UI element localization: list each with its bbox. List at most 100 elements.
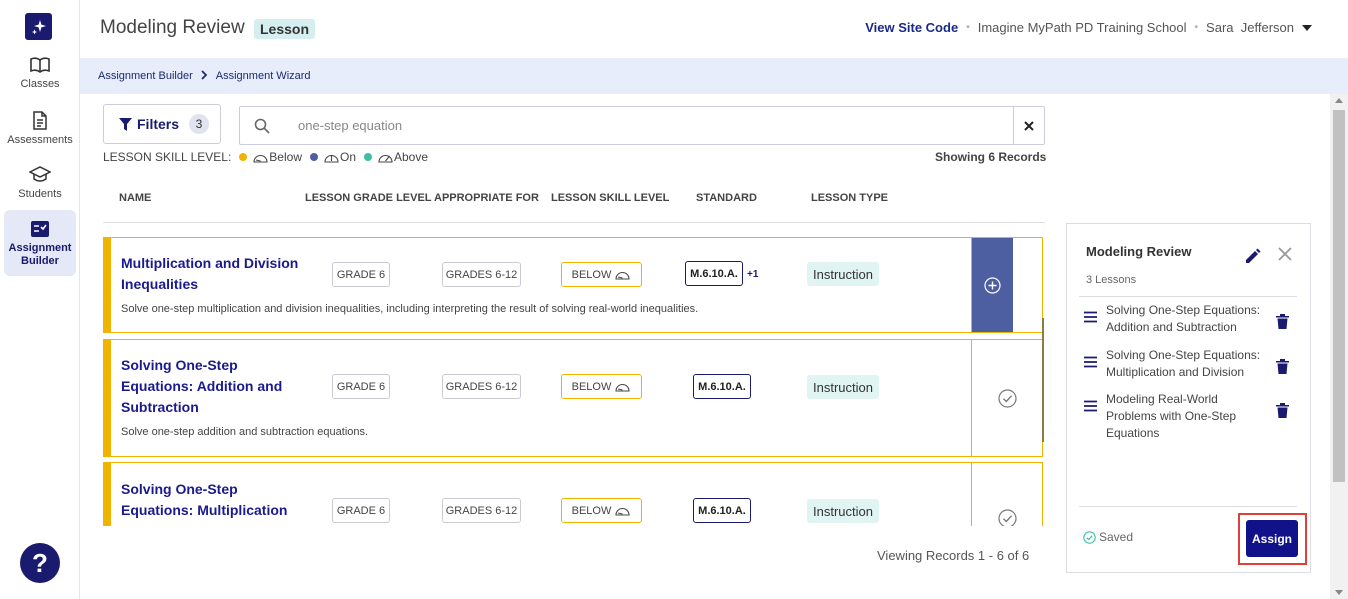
lesson-description: Solve one-step addition and subtraction …	[121, 426, 369, 438]
added-lesson-indicator[interactable]	[971, 340, 1042, 456]
lesson-name-line: Equations: Addition and	[121, 378, 283, 394]
breadcrumb-item-current: Assignment Wizard	[215, 70, 311, 82]
grade-pill: GRADE 6	[332, 498, 390, 523]
close-icon	[1278, 247, 1292, 261]
app-root: Classes Assessments Students Assignment …	[0, 0, 1348, 599]
clear-search-button[interactable]	[1013, 107, 1044, 144]
lesson-name-line: Solving One-Step	[121, 481, 238, 497]
nav-item-classes[interactable]: Classes	[4, 56, 76, 91]
assign-button[interactable]: Assign	[1246, 520, 1298, 557]
column-header-name[interactable]: NAME	[119, 192, 151, 204]
standard-tag[interactable]: M.6.10.A.	[693, 374, 751, 399]
lesson-list: Multiplication and Division Inequalities…	[103, 232, 1044, 526]
trash-icon[interactable]	[1276, 314, 1289, 329]
column-header-skill-level[interactable]: LESSON SKILL LEVEL	[551, 192, 669, 204]
panel-lesson-label: Solving One-Step Equations: Addition and…	[1106, 303, 1261, 334]
gauge-high-icon	[378, 154, 393, 163]
column-header-appropriate-for[interactable]: APPROPRIATE FOR	[434, 192, 539, 204]
view-site-code-link[interactable]: View Site Code	[865, 20, 958, 35]
search-box[interactable]: one-step equation	[239, 106, 1045, 145]
drag-handle-icon[interactable]	[1084, 356, 1097, 368]
nav-item-assessments[interactable]: Assessments	[4, 111, 76, 147]
below-dot	[239, 153, 248, 161]
added-lesson-indicator[interactable]	[971, 463, 1042, 526]
gauge-low-icon	[615, 507, 630, 516]
lesson-card[interactable]: Solving One-Step Equations: Addition and…	[103, 339, 1043, 457]
skill-level-text: BELOW	[571, 380, 612, 393]
standard-tag[interactable]: M.6.10.A.	[685, 261, 743, 286]
trash-icon[interactable]	[1276, 403, 1289, 418]
lesson-card[interactable]: Solving One-Step Equations: Multiplicati…	[103, 462, 1043, 526]
scroll-down-arrow[interactable]	[1335, 590, 1343, 595]
drag-handle-icon[interactable]	[1084, 311, 1097, 323]
nav-item-assignment-builder[interactable]: Assignment Builder	[4, 210, 76, 276]
lesson-name[interactable]: Solving One-Step Equations: Addition and…	[121, 355, 282, 418]
lesson-card[interactable]: Multiplication and Division Inequalities…	[103, 237, 1043, 333]
panel-title: Modeling Review	[1086, 244, 1192, 259]
nav-item-label: Assignment Builder	[8, 242, 72, 267]
page-title: Modeling Review	[100, 17, 245, 38]
close-panel-button[interactable]	[1278, 247, 1292, 266]
top-header: Modeling Review Lesson View Site Code • …	[80, 0, 1348, 58]
panel-lesson-item[interactable]: Modeling Real-World Problems with One-St…	[1084, 391, 1296, 440]
close-icon	[1024, 120, 1034, 131]
legend-on-label: On	[339, 150, 356, 164]
column-header-grade-level[interactable]: LESSON GRADE LEVEL	[305, 192, 432, 204]
user-last-name: Jefferson	[1240, 20, 1294, 35]
column-header-standard[interactable]: STANDARD	[696, 192, 757, 204]
panel-lesson-item[interactable]: Solving One-Step Equations: Multiplicati…	[1084, 347, 1296, 387]
side-nav: Classes Assessments Students Assignment …	[0, 0, 80, 599]
skill-level-text: BELOW	[571, 504, 612, 517]
separator-dot: •	[1194, 22, 1199, 33]
legend-on: On	[309, 150, 356, 164]
more-standards-count[interactable]: +1	[747, 269, 758, 280]
funnel-icon	[119, 117, 132, 131]
legend-above: Above	[364, 150, 428, 164]
viewing-records: Viewing Records 1 - 6 of 6	[877, 548, 1030, 563]
book-open-icon	[30, 57, 50, 73]
user-menu[interactable]: Sara Jefferson	[1206, 20, 1294, 35]
school-name: Imagine MyPath PD Training School	[977, 20, 1187, 35]
skill-level-pill: BELOW	[561, 374, 642, 399]
chevron-right-icon	[201, 69, 208, 83]
user-first-name: Sara	[1206, 20, 1234, 35]
check-circle-icon	[1083, 530, 1096, 544]
help-button[interactable]: ?	[20, 543, 60, 583]
legend-below: Below	[239, 150, 302, 164]
sparkle-icon	[31, 19, 46, 34]
breadcrumb-item[interactable]: Assignment Builder	[98, 70, 193, 82]
lesson-name-line: Multiplication and Division	[121, 255, 299, 271]
app-logo[interactable]	[25, 13, 52, 40]
skill-level-pill: BELOW	[561, 498, 642, 523]
drag-handle-icon[interactable]	[1084, 400, 1097, 412]
scroll-up-arrow[interactable]	[1335, 98, 1343, 103]
document-icon	[33, 111, 47, 130]
gauge-low-icon	[615, 383, 630, 392]
type-badge: Lesson	[254, 19, 316, 39]
saved-label: Saved	[1099, 530, 1134, 544]
nav-item-label: Assessments	[7, 134, 73, 146]
lesson-name[interactable]: Solving One-Step Equations: Multiplicati…	[121, 479, 287, 521]
header-divider	[103, 222, 1045, 223]
scroll-thumb[interactable]	[1333, 110, 1345, 482]
appropriate-pill: GRADES 6-12	[442, 374, 521, 399]
on-dot	[309, 153, 318, 161]
list-scroll-indicator[interactable]	[1042, 318, 1044, 442]
lesson-name[interactable]: Multiplication and Division Inequalities	[121, 253, 298, 295]
filters-button[interactable]: Filters 3	[103, 104, 221, 144]
chevron-down-icon[interactable]	[1302, 24, 1312, 31]
search-input[interactable]: one-step equation	[298, 118, 402, 133]
legend-title: LESSON SKILL LEVEL:	[103, 150, 232, 164]
column-header-lesson-type[interactable]: LESSON TYPE	[811, 192, 888, 204]
nav-item-students[interactable]: Students	[4, 166, 76, 201]
edit-button[interactable]	[1245, 248, 1261, 269]
trash-icon[interactable]	[1276, 359, 1289, 374]
gauge-low-icon	[615, 271, 630, 280]
add-lesson-button[interactable]	[971, 238, 1013, 332]
page-scrollbar[interactable]	[1330, 94, 1348, 599]
search-icon	[254, 118, 270, 134]
panel-lesson-item[interactable]: Solving One-Step Equations: Addition and…	[1084, 302, 1296, 342]
standard-tag[interactable]: M.6.10.A.	[693, 498, 751, 523]
grade-pill: GRADE 6	[332, 262, 390, 287]
nav-item-label: Students	[18, 188, 62, 200]
